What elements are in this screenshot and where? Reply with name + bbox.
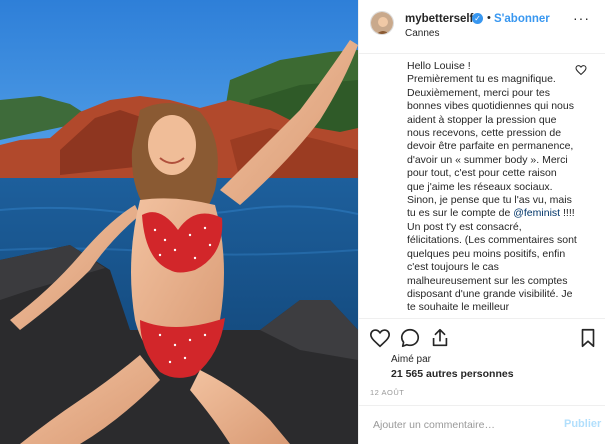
comment-icon[interactable] <box>399 327 421 349</box>
post-side-panel: mybetterself ✓ • S'abonner Cannes ··· He… <box>358 0 605 444</box>
add-comment-input[interactable] <box>371 418 555 432</box>
verified-badge-icon: ✓ <box>472 13 483 24</box>
caption-text: Hello Louise ! Premièrement tu es magnif… <box>407 60 577 315</box>
post-date[interactable]: 12 AOÛT <box>370 388 404 397</box>
likes-count-link[interactable]: 21 565 autres personnes <box>391 368 514 380</box>
caption-text-part: !!!! Un post t'y est consacré, félicitat… <box>407 207 577 314</box>
liked-by-label: Aimé par <box>391 354 432 365</box>
location-link[interactable]: Cannes <box>405 28 439 39</box>
heart-icon[interactable] <box>369 327 391 349</box>
publish-button[interactable]: Publier <box>564 418 601 430</box>
header-separator: • <box>487 12 491 24</box>
post-actions-bar <box>359 318 605 358</box>
post-photo-illustration <box>0 0 358 444</box>
follow-button[interactable]: S'abonner <box>494 13 550 25</box>
share-icon[interactable] <box>429 327 451 349</box>
post-header: mybetterself ✓ • S'abonner Cannes ··· <box>359 0 605 54</box>
comment-like-heart-icon[interactable] <box>575 64 587 76</box>
avatar-image <box>371 12 393 34</box>
bookmark-icon[interactable] <box>577 327 599 349</box>
username-link[interactable]: mybetterself <box>405 13 473 25</box>
add-comment-bar: Publier <box>359 405 605 444</box>
caption-text-part: Hello Louise ! Premièrement tu es magnif… <box>407 60 574 220</box>
avatar[interactable] <box>370 11 394 35</box>
mention-link[interactable]: @feminist <box>513 207 560 219</box>
post-photo[interactable] <box>0 0 358 444</box>
more-options-icon[interactable]: ··· <box>573 10 590 26</box>
